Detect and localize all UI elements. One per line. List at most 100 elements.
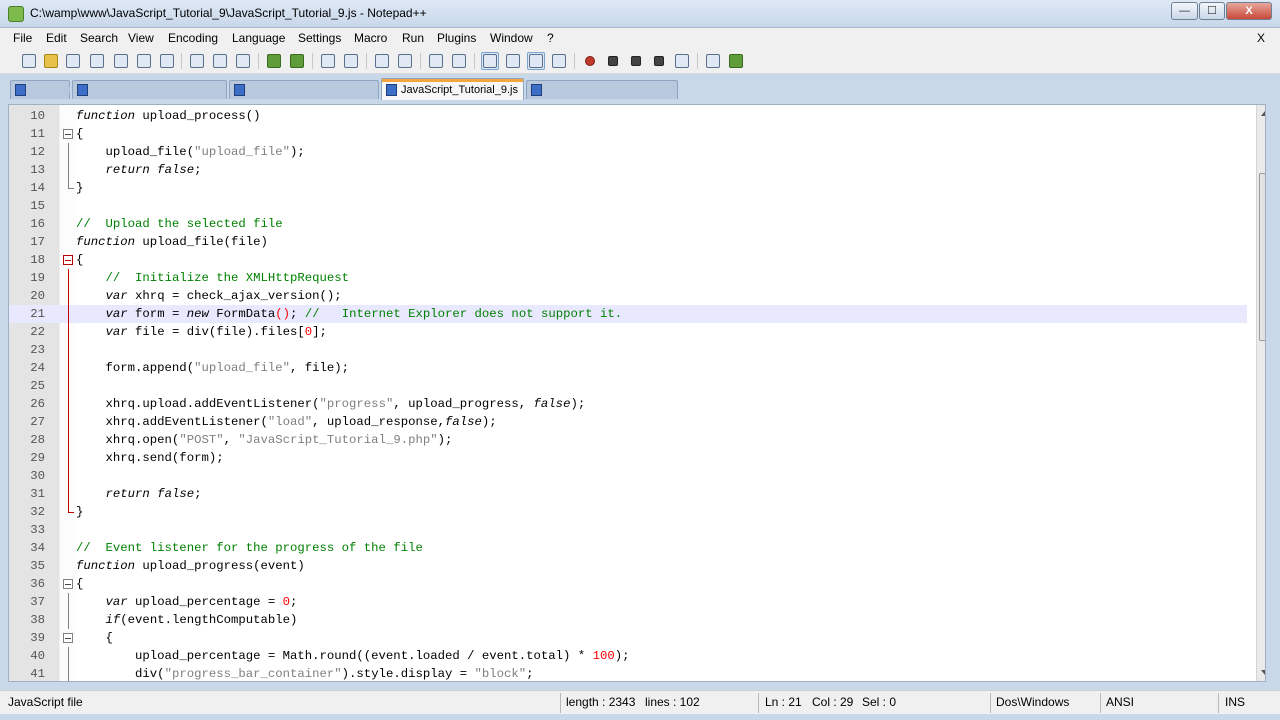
code-line[interactable]: 28 xhrq.open("POST", "JavaScript_Tutoria… — [9, 431, 1247, 449]
user-defined-language-icon[interactable] — [550, 52, 568, 70]
scroll-up-icon[interactable] — [1261, 111, 1265, 116]
zoom-out-icon[interactable] — [396, 52, 414, 70]
code-line[interactable]: 37 var upload_percentage = 0; — [9, 593, 1247, 611]
code-line[interactable]: 38 if(event.lengthComputable) — [9, 611, 1247, 629]
toolbar-separator — [420, 53, 421, 69]
code-line[interactable]: 32} — [9, 503, 1247, 521]
scrollbar-thumb[interactable] — [1259, 173, 1265, 341]
menu-macro[interactable]: Macro — [354, 31, 387, 45]
menu-language[interactable]: Language — [232, 31, 285, 45]
zoom-in-icon[interactable] — [373, 52, 391, 70]
code-line[interactable]: 17 function upload_file(file) — [9, 233, 1247, 251]
code-line[interactable]: 15 — [9, 197, 1247, 215]
code-line[interactable]: 40 upload_percentage = Math.round((event… — [9, 647, 1247, 665]
undo-icon[interactable] — [265, 52, 283, 70]
new-file-icon[interactable] — [20, 52, 38, 70]
menu-file[interactable]: File — [13, 31, 32, 45]
code-line[interactable]: 19 // Initialize the XMLHttpRequest — [9, 269, 1247, 287]
find-icon[interactable] — [319, 52, 337, 70]
replace-icon[interactable] — [342, 52, 360, 70]
sync-vertical-icon[interactable] — [427, 52, 445, 70]
code-token: { — [76, 127, 84, 141]
menu-encoding[interactable]: Encoding — [168, 31, 218, 45]
word-wrap-icon[interactable] — [481, 52, 499, 70]
code-line[interactable]: 24 form.append("upload_file", file); — [9, 359, 1247, 377]
menu-plugins[interactable]: Plugins — [437, 31, 476, 45]
code-line[interactable]: 26 xhrq.upload.addEventListener("progres… — [9, 395, 1247, 413]
code-line[interactable]: 35 function upload_progress(event) — [9, 557, 1247, 575]
stop-recording-icon[interactable] — [604, 52, 622, 70]
copy-icon[interactable] — [211, 52, 229, 70]
line-number: 36 — [30, 577, 45, 591]
code-line[interactable]: 36 { — [9, 575, 1247, 593]
code-line[interactable]: 13 return false; — [9, 161, 1247, 179]
code-line[interactable]: 11 { — [9, 125, 1247, 143]
code-line[interactable]: 41 div("progress_bar_container").style.d… — [9, 665, 1247, 681]
print-icon[interactable] — [158, 52, 176, 70]
menu-edit[interactable]: Edit — [46, 31, 67, 45]
code-line[interactable]: 30 — [9, 467, 1247, 485]
string-token: "POST" — [179, 433, 224, 447]
code-line[interactable]: 20 var xhrq = check_ajax_version(); — [9, 287, 1247, 305]
code-line[interactable]: 10 function upload_process() — [9, 107, 1247, 125]
menu-help[interactable]: ? — [547, 31, 554, 45]
menu-window[interactable]: Window — [490, 31, 533, 45]
close-all-icon[interactable] — [135, 52, 153, 70]
spell-check-icon[interactable] — [727, 52, 745, 70]
code-line[interactable]: 31 return false; — [9, 485, 1247, 503]
playback-macro-icon[interactable] — [627, 52, 645, 70]
menu-settings[interactable]: Settings — [298, 31, 341, 45]
record-macro-icon[interactable] — [581, 52, 599, 70]
fold-toggle-icon[interactable] — [63, 579, 73, 589]
save-all-icon[interactable] — [88, 52, 106, 70]
code-line[interactable]: 27 xhrq.addEventListener("load", upload_… — [9, 413, 1247, 431]
line-number: 30 — [30, 469, 45, 483]
indent-guide-icon[interactable] — [527, 52, 545, 70]
open-file-icon[interactable] — [42, 52, 60, 70]
code-line[interactable]: 23 — [9, 341, 1247, 359]
cut-icon[interactable] — [188, 52, 206, 70]
show-all-characters-icon[interactable] — [504, 52, 522, 70]
vertical-scrollbar[interactable] — [1256, 105, 1265, 681]
code-line[interactable]: 18 { — [9, 251, 1247, 269]
code-line[interactable]: 25 — [9, 377, 1247, 395]
scroll-down-icon[interactable] — [1261, 670, 1265, 675]
code-line[interactable]: 12 upload_file("upload_file"); — [9, 143, 1247, 161]
save-macro-icon[interactable] — [673, 52, 691, 70]
code-line[interactable]: 22 var file = div(file).files[0]; — [9, 323, 1247, 341]
line-number: 40 — [30, 649, 45, 663]
run-macro-multiple-icon[interactable] — [650, 52, 668, 70]
maximize-button[interactable]: ☐ — [1199, 2, 1225, 20]
tab-tutorial-css[interactable]: JavaScript_Tutorial_9.css — [229, 80, 379, 99]
code-line[interactable]: 29 xhrq.send(form); — [9, 449, 1247, 467]
tab-tutorial-html[interactable]: JavaScript_Tutorial_9.html — [72, 80, 227, 99]
code-line[interactable]: 21 var form = new FormData(); // Interne… — [9, 305, 1247, 323]
fold-toggle-icon[interactable] — [63, 129, 73, 139]
code-line[interactable]: 16 // Upload the selected file — [9, 215, 1247, 233]
code-line[interactable]: 14} — [9, 179, 1247, 197]
fold-toggle-icon[interactable] — [63, 255, 73, 265]
tab-index-html[interactable]: index.html — [10, 80, 80, 99]
code-line[interactable]: 33 — [9, 521, 1247, 539]
close-file-icon[interactable] — [112, 52, 130, 70]
save-icon[interactable] — [64, 52, 82, 70]
paste-icon[interactable] — [234, 52, 252, 70]
close-window-button[interactable]: X — [1226, 2, 1272, 20]
menu-search[interactable]: Search — [80, 31, 118, 45]
tab-tutorial-js[interactable]: JavaScript_Tutorial_9.js — [381, 78, 524, 100]
close-document-button[interactable]: X — [1257, 31, 1265, 45]
launch-browser-icon[interactable] — [704, 52, 722, 70]
tab-tutorial-php[interactable]: JavaScript_Tutorial_9.php — [526, 80, 678, 99]
redo-icon[interactable] — [288, 52, 306, 70]
line-number: 10 — [30, 109, 45, 123]
menu-run[interactable]: Run — [402, 31, 424, 45]
tab-label: JavaScript_Tutorial_9.css — [249, 84, 375, 96]
code-line[interactable]: 39 { — [9, 629, 1247, 647]
menu-view[interactable]: View — [128, 31, 154, 45]
code-editor[interactable]: 10 function upload_process() 11 {12 upload_… — [8, 104, 1266, 682]
code-line[interactable]: 34 // Event listener for the progress of … — [9, 539, 1247, 557]
fold-toggle-icon[interactable] — [63, 633, 73, 643]
minimize-button[interactable]: — — [1171, 2, 1198, 20]
sync-horizontal-icon[interactable] — [450, 52, 468, 70]
